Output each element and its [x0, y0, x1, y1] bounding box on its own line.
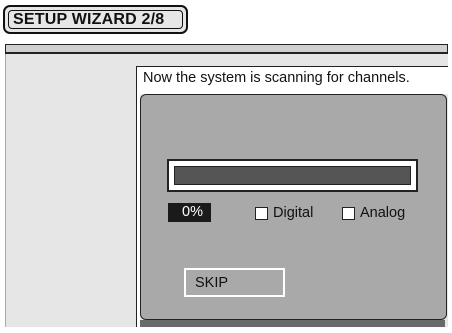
progress-percent-badge: 0%	[168, 203, 211, 222]
progress-track	[174, 166, 411, 185]
scan-message-box: Now the system is scanning for channels.	[136, 66, 448, 94]
wizard-title: SETUP WIZARD 2/8	[13, 11, 165, 28]
digital-checkbox	[255, 206, 268, 220]
wizard-title-tab: SETUP WIZARD 2/8	[3, 5, 188, 34]
skip-button[interactable]: SKIP	[184, 268, 285, 297]
analog-label: Analog	[360, 205, 406, 221]
setup-wizard-screen: SETUP WIZARD 2/8 Now the system is scann…	[0, 0, 452, 333]
left-pane	[5, 54, 137, 327]
digital-option: Digital	[255, 204, 313, 222]
scan-progress-bar	[167, 159, 418, 192]
skip-button-label: SKIP	[195, 275, 229, 291]
scan-message: Now the system is scanning for channels.	[143, 70, 410, 86]
dialog-shadow	[140, 320, 445, 327]
digital-label: Digital	[273, 205, 314, 221]
analog-checkbox	[342, 206, 355, 220]
header-band	[5, 44, 448, 54]
analog-option: Analog	[342, 204, 405, 222]
